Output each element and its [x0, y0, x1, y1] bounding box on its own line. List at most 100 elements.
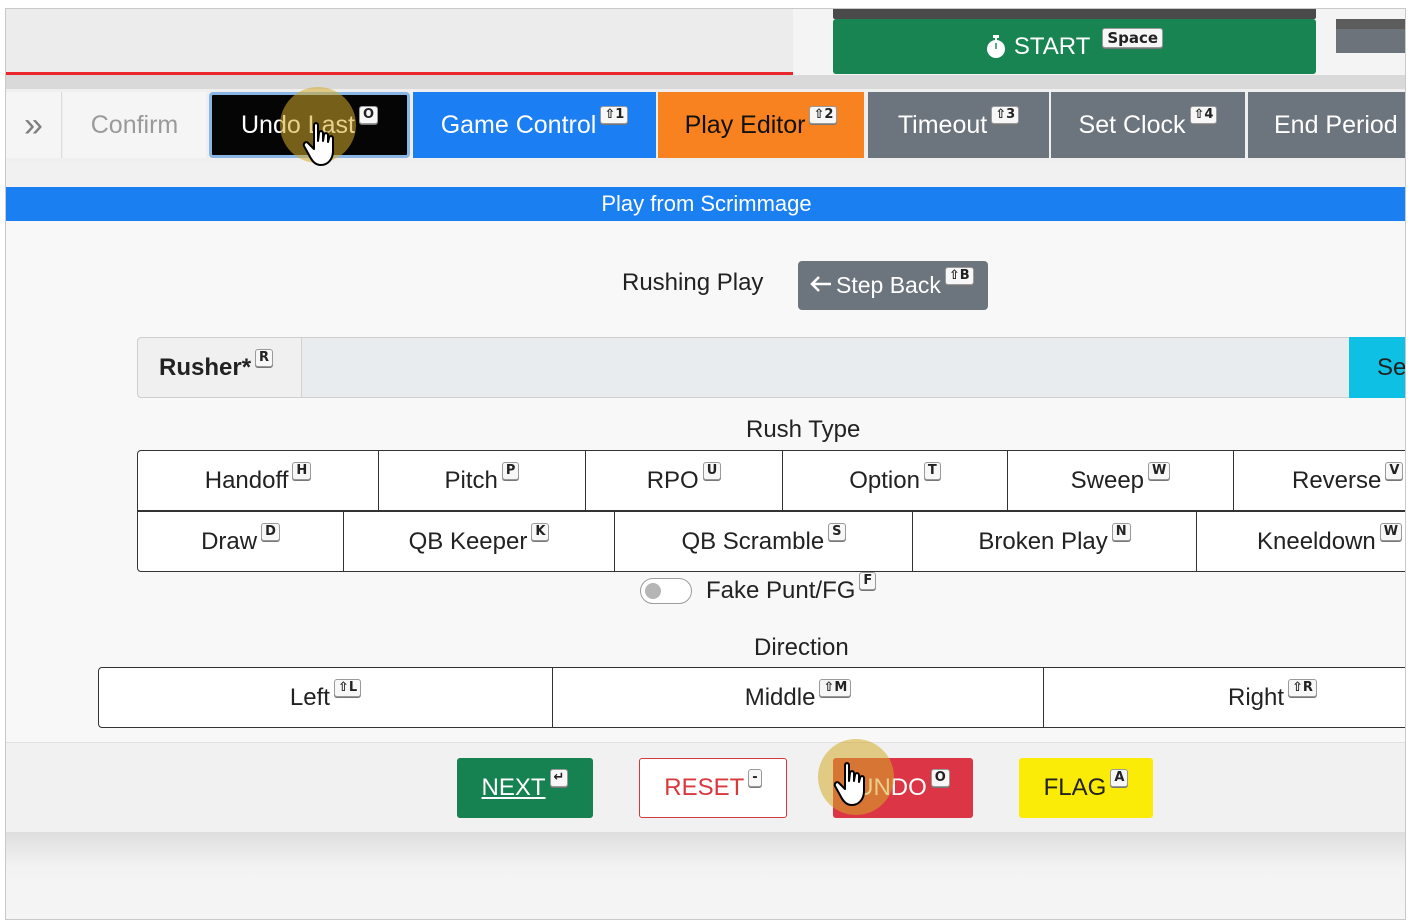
rush-type-sweep[interactable]: Sweep W — [1007, 450, 1234, 511]
rusher-select-label: Se — [1377, 353, 1406, 381]
app-frame: START Space » Confirm Undo Last O Game C… — [5, 8, 1406, 920]
set-clock-label: Set Clock — [1078, 110, 1186, 139]
separator-band — [6, 75, 1405, 89]
end-period-label: End Period — [1274, 110, 1398, 139]
flag-button[interactable]: FLAG A — [1019, 758, 1153, 818]
timeout-label: Timeout — [897, 110, 988, 139]
timeout-button[interactable]: Timeout ⇧3 — [868, 92, 1049, 158]
option-label: QB Keeper — [408, 527, 528, 555]
toolbar-overflow-button[interactable]: » — [6, 92, 62, 158]
rusher-shortcut: R — [255, 348, 274, 367]
rush-type-broken-play[interactable]: Broken Play N — [912, 511, 1197, 572]
confirm-button[interactable]: Confirm — [63, 92, 206, 158]
option-shortcut: ⇧L — [333, 678, 362, 697]
step-back-label: Step Back — [836, 272, 941, 298]
option-label: Sweep — [1070, 466, 1145, 494]
side-panel-button[interactable] — [1336, 29, 1405, 53]
step-back-shortcut: ⇧B — [944, 266, 974, 285]
hand-cursor-icon — [833, 762, 865, 806]
undo-shortcut: O — [930, 769, 950, 787]
option-shortcut: U — [702, 461, 722, 480]
option-shortcut: W — [1148, 461, 1171, 480]
game-control-label: Game Control — [440, 110, 597, 139]
play-editor-button[interactable]: Play Editor ⇧2 — [658, 92, 864, 158]
rush-type-option[interactable]: Option T — [782, 450, 1008, 511]
option-label: QB Scramble — [681, 527, 825, 555]
rush-type-qb-scramble[interactable]: QB Scramble S — [614, 511, 913, 572]
start-label: START — [1013, 32, 1091, 60]
option-label: Draw — [201, 527, 258, 555]
direction-left[interactable]: Left ⇧L — [98, 667, 553, 728]
fake-punt-toggle-row: Fake Punt/FG F — [640, 572, 877, 605]
rush-type-row-2: Draw D QB Keeper K QB Scramble S Broken … — [137, 511, 1405, 572]
rush-type-draw[interactable]: Draw D — [137, 511, 344, 572]
panel-title: Play from Scrimmage — [601, 191, 812, 216]
option-shortcut: ⇧R — [1288, 678, 1317, 697]
clock-display-edge — [833, 9, 1316, 19]
flag-label: FLAG — [1043, 774, 1107, 801]
double-chevron-icon: » — [24, 106, 43, 144]
undo-last-shortcut: O — [358, 106, 379, 124]
reset-button[interactable]: RESET - — [639, 758, 787, 818]
reset-shortcut: - — [748, 769, 762, 787]
side-panel-edge — [1336, 19, 1405, 29]
play-type-label: Rushing Play — [622, 269, 764, 296]
option-shortcut: K — [531, 522, 550, 541]
game-control-button[interactable]: Game Control ⇧1 — [413, 92, 656, 158]
option-shortcut: V — [1385, 461, 1404, 480]
option-shortcut: W — [1379, 522, 1403, 541]
option-shortcut: ⇧M — [819, 678, 852, 697]
next-button[interactable]: NEXT ↵ — [457, 758, 593, 818]
stopwatch-icon — [986, 34, 1006, 59]
rusher-label-box: Rusher* R — [138, 338, 302, 397]
rush-type-qb-keeper[interactable]: QB Keeper K — [343, 511, 615, 572]
option-label: Kneeldown — [1257, 527, 1376, 555]
play-editor-label: Play Editor — [684, 110, 806, 139]
option-label: Left — [289, 683, 330, 711]
start-clock-button[interactable]: START Space — [833, 19, 1316, 74]
option-shortcut: P — [501, 461, 520, 480]
option-shortcut: S — [828, 522, 846, 541]
rush-type-handoff[interactable]: Handoff H — [137, 450, 379, 511]
set-clock-shortcut: ⇧4 — [1189, 106, 1218, 124]
flag-shortcut: A — [1110, 769, 1129, 787]
option-label: Broken Play — [978, 527, 1108, 555]
play-editor-shortcut: ⇧2 — [809, 106, 838, 124]
option-shortcut: D — [261, 522, 280, 541]
set-clock-button[interactable]: Set Clock ⇧4 — [1051, 92, 1245, 158]
hand-cursor-icon — [302, 122, 334, 166]
rush-type-rpo[interactable]: RPO U — [585, 450, 783, 511]
command-toolbar: » Confirm Undo Last O Game Control ⇧1 Pl… — [6, 89, 1405, 161]
toggle-knob — [645, 583, 661, 599]
direction-middle[interactable]: Middle ⇧M — [552, 667, 1044, 728]
direction-right[interactable]: Right ⇧R — [1043, 667, 1405, 728]
top-left-panel — [6, 9, 793, 73]
next-label: NEXT — [481, 774, 546, 801]
panel-title-bar: Play from Scrimmage — [6, 187, 1405, 221]
confirm-label: Confirm — [90, 110, 179, 139]
rusher-field[interactable]: Rusher* R Se — [137, 337, 1406, 398]
option-label: Reverse — [1292, 466, 1382, 494]
rush-type-pitch[interactable]: Pitch P — [378, 450, 586, 511]
start-shortcut: Space — [1102, 27, 1164, 48]
direction-heading: Direction — [754, 634, 849, 661]
end-period-button[interactable]: End Period — [1248, 92, 1405, 158]
rush-type-kneeldown[interactable]: Kneeldown W — [1196, 511, 1405, 572]
option-label: Option — [849, 466, 920, 494]
fake-punt-toggle[interactable] — [640, 578, 692, 604]
rusher-label: Rusher* — [159, 353, 252, 381]
game-control-shortcut: ⇧1 — [600, 106, 629, 124]
timeout-shortcut: ⇧3 — [991, 106, 1020, 124]
rusher-select-button[interactable]: Se — [1349, 337, 1406, 398]
option-label: RPO — [646, 466, 699, 494]
rush-type-reverse[interactable]: Reverse V — [1233, 450, 1405, 511]
rush-type-row-1: Handoff H Pitch P RPO U Option T Sweep W… — [137, 450, 1405, 511]
option-label: Middle — [744, 683, 816, 711]
fake-punt-label: Fake Punt/FG — [706, 577, 856, 604]
bottom-area — [6, 832, 1405, 919]
rush-type-heading: Rush Type — [746, 416, 861, 443]
option-shortcut: H — [292, 461, 312, 480]
option-label: Handoff — [204, 466, 289, 494]
option-shortcut: T — [923, 461, 941, 480]
step-back-button[interactable]: Step Back ⇧B — [798, 261, 988, 310]
